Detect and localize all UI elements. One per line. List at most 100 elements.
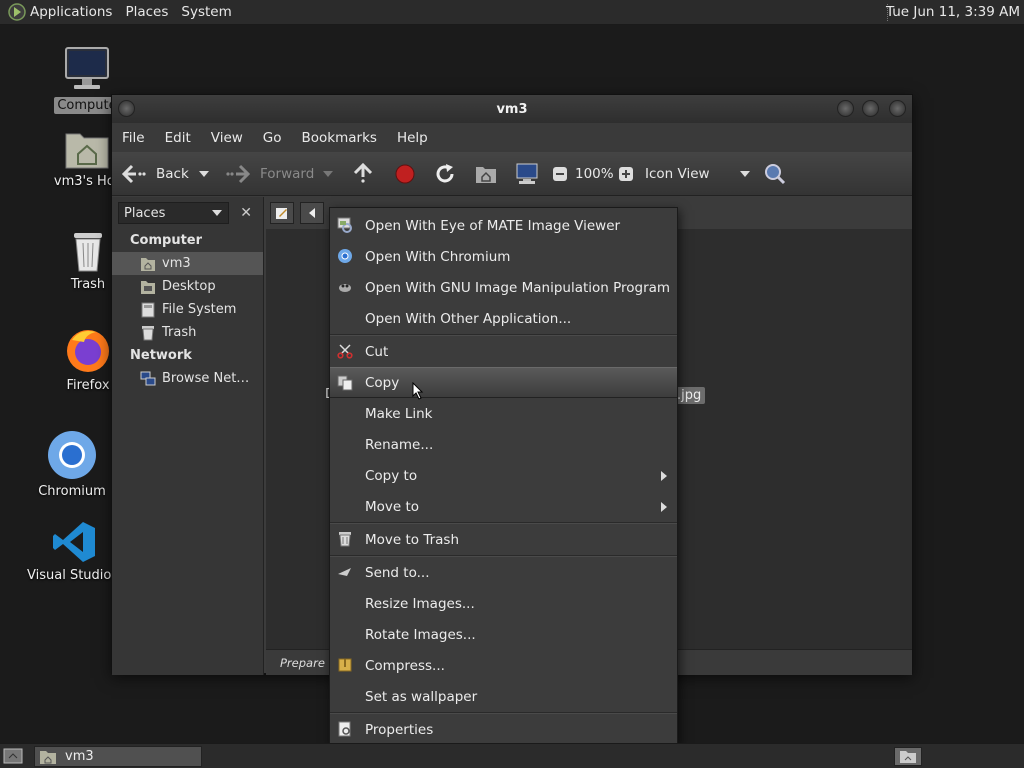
menu-help[interactable]: Help <box>397 130 428 146</box>
sidebar-item-label: File System <box>162 302 237 317</box>
desktop-icon-label: Compute <box>54 97 120 114</box>
back-label: Back <box>156 166 189 182</box>
menu-item-set-wallpaper[interactable]: Set as wallpaper <box>330 681 677 712</box>
forward-history-dropdown[interactable] <box>323 152 333 196</box>
view-mode-select[interactable]: Icon View <box>645 152 750 196</box>
menu-item-resize-images[interactable]: Resize Images... <box>330 588 677 619</box>
menu-item-properties[interactable]: Properties <box>330 714 677 745</box>
back-history-dropdown[interactable] <box>199 152 209 196</box>
trash-icon <box>74 233 102 272</box>
workspace-switcher[interactable] <box>894 747 922 766</box>
bottom-panel: vm3 <box>0 743 1024 768</box>
up-button[interactable] <box>353 152 373 196</box>
path-scroll-left-button[interactable] <box>300 202 324 224</box>
forward-label: Forward <box>260 166 315 182</box>
stop-icon <box>395 164 415 184</box>
chromium-icon <box>48 431 96 479</box>
zoom-in-button[interactable] <box>618 152 634 196</box>
sidebar-close-button[interactable]: ✕ <box>235 202 257 224</box>
mate-logo-icon[interactable] <box>8 3 26 21</box>
sidebar-item-label: vm3 <box>162 256 191 271</box>
computer-button[interactable] <box>515 152 539 196</box>
up-arrow-icon <box>353 163 373 183</box>
search-button[interactable] <box>764 152 786 196</box>
drive-icon <box>141 302 155 317</box>
menu-go[interactable]: Go <box>263 130 282 146</box>
stop-button[interactable] <box>394 152 416 196</box>
menu-item-compress[interactable]: Compress... <box>330 650 677 681</box>
top-panel: Applications Places System Tue Jun 11, 3… <box>0 0 1024 25</box>
send-icon <box>338 568 351 576</box>
computer-icon <box>65 47 109 89</box>
menu-view[interactable]: View <box>211 130 243 146</box>
computer-icon <box>516 163 538 184</box>
chevron-down-icon <box>212 210 223 216</box>
image-viewer-icon <box>337 217 352 233</box>
zoom-level[interactable]: 100% <box>575 152 614 196</box>
places-menu[interactable]: Places <box>125 4 177 20</box>
sidebar-item-browse-network[interactable]: Browse Net… <box>112 367 263 390</box>
menu-edit[interactable]: Edit <box>165 130 191 146</box>
sidebar-item-vm3[interactable]: vm3 <box>112 252 263 275</box>
menu-item-label: Move to <box>365 498 420 515</box>
home-folder-icon <box>476 167 496 183</box>
properties-icon <box>338 721 351 737</box>
close-button[interactable] <box>889 100 906 117</box>
menu-item-open-with-chromium[interactable]: Open With Chromium <box>330 241 677 272</box>
chevron-down-icon <box>323 171 333 177</box>
menu-item-copy[interactable]: Copy <box>330 367 677 398</box>
trash-icon <box>339 532 351 547</box>
desktop-icon-label: Firefox <box>66 378 110 393</box>
menu-item-rotate-images[interactable]: Rotate Images... <box>330 619 677 650</box>
gimp-icon <box>339 284 351 292</box>
desktop-icon-vscode[interactable]: Visual Studio Co <box>24 520 133 584</box>
menu-item-open-with-gimp[interactable]: Open With GNU Image Manipulation Program <box>330 272 677 303</box>
clock[interactable]: Tue Jun 11, 3:39 AM <box>886 4 1020 20</box>
maximize-button[interactable] <box>862 100 879 117</box>
taskbar-button-vm3[interactable]: vm3 <box>34 746 202 767</box>
chevron-down-icon <box>199 171 209 177</box>
home-button[interactable] <box>475 152 497 196</box>
titlebar[interactable]: vm3 <box>112 95 912 123</box>
show-desktop-icon[interactable] <box>3 747 23 765</box>
desktop-icon-label: Trash <box>70 277 106 292</box>
archive-icon <box>338 658 352 672</box>
sidebar-item-desktop[interactable]: Desktop <box>112 275 263 298</box>
edit-location-button[interactable] <box>270 202 294 224</box>
menu-file[interactable]: File <box>122 130 145 146</box>
menu-item-rename[interactable]: Rename... <box>330 429 677 460</box>
back-button[interactable]: Back <box>122 152 189 196</box>
zoom-out-icon <box>553 167 567 181</box>
menu-item-open-with-eom[interactable]: Open With Eye of MATE Image Viewer <box>330 210 677 241</box>
menu-item-send-to[interactable]: Send to... <box>330 557 677 588</box>
system-menu[interactable]: System <box>181 4 240 20</box>
reload-button[interactable] <box>434 152 456 196</box>
zoom-out-button[interactable] <box>552 152 568 196</box>
menu-item-copy-to[interactable]: Copy to <box>330 460 677 491</box>
menubar: File Edit View Go Bookmarks Help <box>112 123 912 152</box>
forward-button[interactable]: Forward <box>226 152 314 196</box>
menu-item-open-with-other[interactable]: Open With Other Application... <box>330 303 677 334</box>
scissors-icon <box>337 344 353 359</box>
menu-item-make-link[interactable]: Make Link <box>330 398 677 429</box>
sidebar-item-trash[interactable]: Trash <box>112 321 263 344</box>
menu-item-move-to-trash[interactable]: Move to Trash <box>330 524 677 555</box>
home-folder-icon <box>141 257 155 271</box>
sidebar-item-file-system[interactable]: File System <box>112 298 263 321</box>
menu-bookmarks[interactable]: Bookmarks <box>302 130 377 146</box>
minimize-button[interactable] <box>837 100 854 117</box>
menu-item-cut[interactable]: Cut <box>330 336 677 367</box>
desktop-icon-chromium[interactable]: Chromium <box>22 430 122 500</box>
menu-item-label: Properties <box>365 721 434 738</box>
chevron-right-icon <box>661 502 667 512</box>
zoom-in-icon <box>619 167 633 181</box>
toolbar: Back Forward 100% Icon View <box>112 152 912 196</box>
back-arrow-icon <box>122 164 146 184</box>
home-folder-icon <box>65 133 109 169</box>
sidebar-type-select[interactable]: Places <box>118 202 230 224</box>
applications-menu[interactable]: Applications <box>30 4 121 20</box>
context-menu: Open With Eye of MATE Image Viewer Open … <box>329 207 678 745</box>
desktop-folder-icon <box>141 280 155 294</box>
menu-item-label: Move to Trash <box>365 531 460 548</box>
menu-item-move-to[interactable]: Move to <box>330 491 677 522</box>
